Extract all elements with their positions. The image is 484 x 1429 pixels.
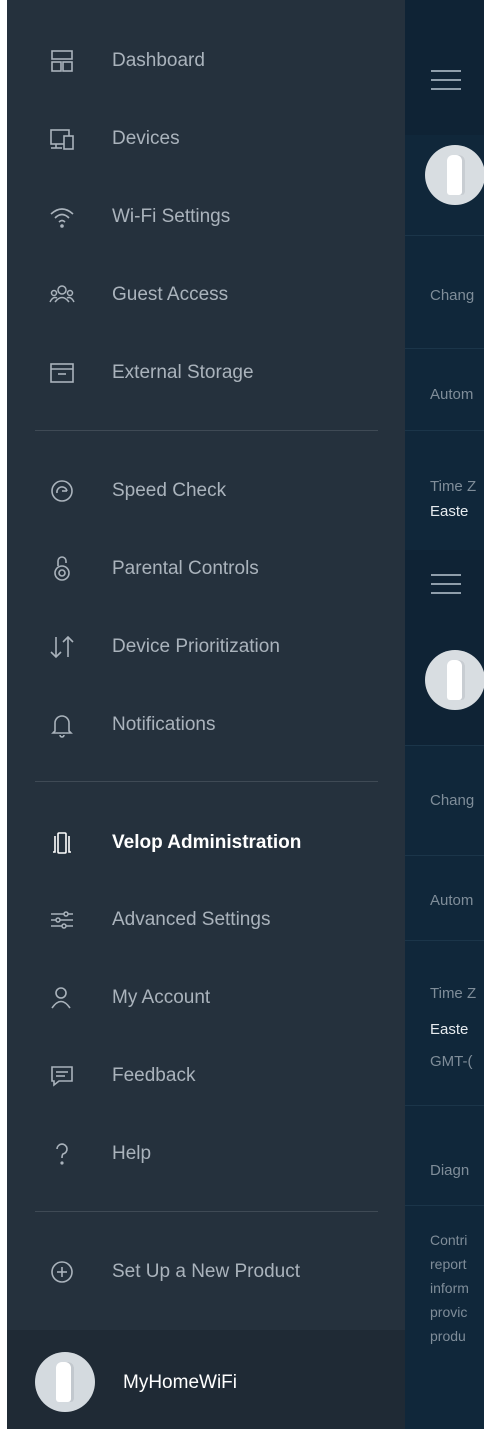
- nav-label: Device Prioritization: [112, 636, 280, 657]
- background-text: Autom: [430, 386, 474, 403]
- nav-label: Velop Administration: [112, 832, 302, 853]
- nav-item-dashboard[interactable]: Dashboard: [7, 31, 405, 91]
- velop-administration-icon: [49, 830, 75, 856]
- divider: [35, 1211, 378, 1212]
- nav-item-feedback[interactable]: Feedback: [7, 1046, 405, 1106]
- background-text: inform: [430, 1280, 469, 1296]
- network-profile[interactable]: MyHomeWiFi: [7, 1330, 405, 1429]
- nav-label: Wi-Fi Settings: [112, 206, 231, 227]
- background-text: provic: [430, 1304, 468, 1320]
- nav-label: External Storage: [112, 362, 254, 383]
- background-menu-icon-2: [431, 574, 461, 594]
- device-prioritization-icon: [49, 634, 75, 660]
- dashboard-icon: [49, 48, 75, 74]
- nav-label: Set Up a New Product: [112, 1261, 300, 1282]
- background-node-image-2: [425, 650, 484, 710]
- notifications-icon: [49, 712, 75, 738]
- network-name: MyHomeWiFi: [123, 1372, 237, 1393]
- feedback-icon: [49, 1063, 75, 1089]
- devices-icon: [49, 126, 75, 152]
- background-text: Autom: [430, 892, 474, 909]
- guest-access-icon: [49, 282, 75, 308]
- nav-item-guest-access[interactable]: Guest Access: [7, 265, 405, 325]
- nav-label: Guest Access: [112, 284, 229, 305]
- nav-label: Devices: [112, 128, 180, 149]
- background-text: Easte: [430, 1021, 469, 1038]
- background-text: produ: [430, 1328, 466, 1344]
- nav-item-notifications[interactable]: Notifications: [7, 695, 405, 755]
- background-text: Chang: [430, 287, 475, 304]
- background-text: Easte: [430, 503, 469, 520]
- nav-item-help[interactable]: Help: [7, 1124, 405, 1184]
- nav-item-wifi-settings[interactable]: Wi-Fi Settings: [7, 187, 405, 247]
- nav-item-set-up-new-product[interactable]: Set Up a New Product: [7, 1242, 405, 1302]
- speed-check-icon: [49, 478, 75, 504]
- nav-item-parental-controls[interactable]: Parental Controls: [7, 539, 405, 599]
- parental-controls-icon: [49, 556, 75, 582]
- background-text: Time Z: [430, 478, 477, 495]
- nav-item-external-storage[interactable]: External Storage: [7, 343, 405, 403]
- background-node-image: [425, 145, 484, 205]
- node-avatar: [35, 1352, 95, 1412]
- nav-item-advanced-settings[interactable]: Advanced Settings: [7, 890, 405, 950]
- nav-label: Feedback: [112, 1065, 196, 1086]
- add-product-icon: [49, 1259, 75, 1285]
- nav-item-device-prioritization[interactable]: Device Prioritization: [7, 617, 405, 677]
- nav-item-speed-check[interactable]: Speed Check: [7, 461, 405, 521]
- external-storage-icon: [49, 360, 75, 386]
- background-text: Contri: [430, 1232, 468, 1248]
- nav-item-my-account[interactable]: My Account: [7, 968, 405, 1028]
- nav-item-velop-administration[interactable]: Velop Administration: [7, 813, 405, 873]
- nav-label: Help: [112, 1143, 152, 1164]
- background-text: Chang: [430, 792, 475, 809]
- nav-label: Speed Check: [112, 480, 227, 501]
- divider: [35, 781, 378, 782]
- navigation-drawer: Dashboard Devices Wi-Fi Settings Guest A…: [7, 0, 405, 1429]
- nav-label: Parental Controls: [112, 558, 259, 579]
- nav-item-devices[interactable]: Devices: [7, 109, 405, 169]
- background-text: Diagn: [430, 1162, 470, 1179]
- nav-label: Notifications: [112, 714, 216, 735]
- app-frame: Chang Autom Time Z Easte Chang Autom Tim…: [7, 0, 484, 1429]
- background-text: report: [430, 1256, 467, 1272]
- advanced-settings-icon: [49, 907, 75, 933]
- background-header-bar: [405, 0, 484, 135]
- nav-label: Dashboard: [112, 50, 205, 71]
- my-account-icon: [49, 985, 75, 1011]
- background-text: GMT-(: [430, 1053, 473, 1070]
- background-text: Time Z: [430, 985, 477, 1002]
- background-menu-icon: [431, 70, 461, 90]
- wifi-icon: [49, 204, 75, 230]
- background-settings-pane: Chang Autom Time Z Easte Chang Autom Tim…: [405, 0, 484, 1429]
- nav-label: My Account: [112, 987, 211, 1008]
- help-icon: [49, 1141, 75, 1167]
- divider: [35, 430, 378, 431]
- nav-label: Advanced Settings: [112, 909, 271, 930]
